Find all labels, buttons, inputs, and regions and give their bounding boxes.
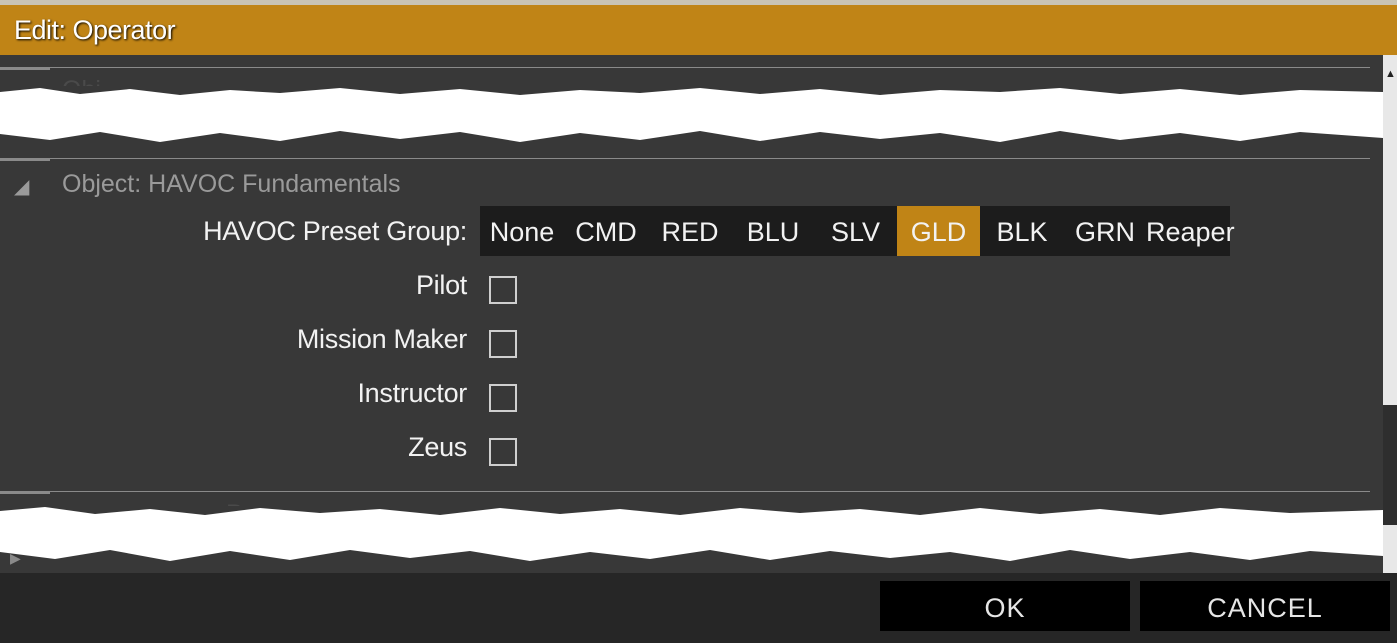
ok-button[interactable]: OK [880, 581, 1130, 631]
expand-triangle-icon[interactable]: ▶ [10, 550, 21, 567]
torn-edge-shape [0, 86, 1383, 148]
section-divider [0, 158, 1370, 159]
torn-edge-bottom [0, 506, 1383, 566]
instructor-checkbox[interactable] [489, 384, 517, 412]
preset-group-selector: None CMD RED BLU SLV GLD BLK GRN Reaper [480, 206, 1235, 256]
section-tab [0, 491, 50, 494]
section-tab [0, 67, 50, 70]
preset-option-blu[interactable]: BLU [732, 206, 814, 256]
cancel-button[interactable]: CANCEL [1140, 581, 1390, 631]
preset-option-grn[interactable]: GRN [1064, 206, 1146, 256]
section-divider [0, 491, 1370, 492]
scrollbar-thumb[interactable] [1383, 405, 1397, 525]
zeus-checkbox[interactable] [489, 438, 517, 466]
preset-option-slv[interactable]: SLV [814, 206, 897, 256]
preset-option-blk[interactable]: BLK [980, 206, 1064, 256]
section-divider [0, 67, 1370, 68]
mission-maker-label: Mission Maker [296, 324, 467, 354]
torn-edge-top [0, 86, 1383, 148]
preset-option-reaper[interactable]: Reaper [1146, 206, 1235, 256]
instructor-label: Instructor [357, 378, 467, 408]
mission-maker-checkbox[interactable] [489, 330, 517, 358]
window-title: Edit: Operator [14, 15, 176, 45]
preset-option-cmd[interactable]: CMD [564, 206, 648, 256]
preset-option-gld[interactable]: GLD [897, 206, 980, 256]
preset-option-red[interactable]: RED [648, 206, 732, 256]
scroll-up-icon[interactable]: ▲ [1385, 68, 1396, 80]
preset-group-label: HAVOC Preset Group: [203, 216, 467, 246]
torn-edge-shape [0, 506, 1383, 566]
pilot-checkbox[interactable] [489, 276, 517, 304]
section-title[interactable]: Object: HAVOC Fundamentals [62, 170, 401, 199]
pilot-label: Pilot [415, 270, 467, 300]
title-bar[interactable]: Edit: Operator [0, 5, 1397, 55]
zeus-label: Zeus [408, 432, 467, 462]
preset-option-none[interactable]: None [480, 206, 564, 256]
collapse-triangle-icon[interactable]: ◢ [14, 174, 29, 199]
section-tab [0, 158, 50, 161]
